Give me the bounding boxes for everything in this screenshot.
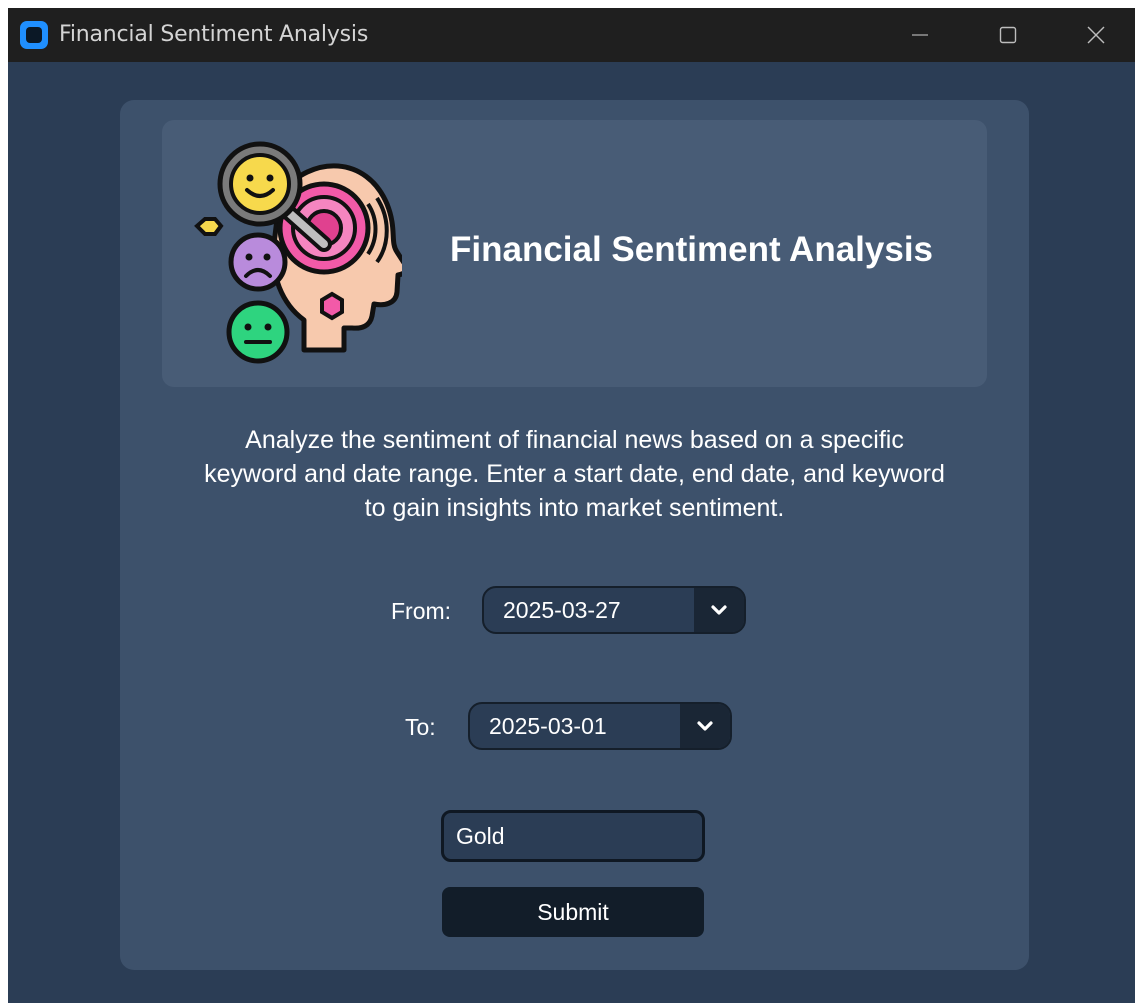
to-label: To:	[405, 714, 436, 740]
window-title: Financial Sentiment Analysis	[59, 22, 369, 47]
app-icon	[20, 21, 48, 49]
title-bar[interactable]: Financial Sentiment Analysis	[8, 8, 1135, 62]
close-button[interactable]	[1052, 8, 1135, 62]
submit-button[interactable]: Submit	[442, 887, 704, 937]
from-date-value: 2025-03-27	[503, 597, 621, 623]
maximize-icon	[999, 26, 1017, 44]
close-icon	[1087, 26, 1105, 44]
from-date-dropdown-button[interactable]	[694, 588, 744, 632]
description-text: Analyze the sentiment of financial news …	[204, 426, 945, 522]
minimize-button[interactable]	[876, 8, 964, 62]
page-title: Financial Sentiment Analysis	[450, 230, 934, 269]
chevron-down-icon	[711, 605, 727, 615]
maximize-button[interactable]	[964, 8, 1052, 62]
to-date-value: 2025-03-01	[489, 713, 607, 739]
head-sentiment-emoji-logo	[194, 141, 402, 364]
to-date-dropdown-button[interactable]	[680, 704, 730, 748]
from-date-dropdown[interactable]: 2025-03-27	[482, 586, 746, 634]
chevron-down-icon	[697, 721, 713, 731]
header-panel: Financial Sentiment Analysis	[162, 120, 987, 387]
to-date-dropdown[interactable]: 2025-03-01	[468, 702, 732, 750]
minimize-icon	[912, 34, 928, 36]
main-card: Financial Sentiment Analysis Analyze the…	[120, 100, 1029, 970]
from-label: From:	[391, 598, 452, 624]
keyword-input[interactable]	[441, 810, 705, 862]
app-window: Financial Sentiment Analysis Financial S…	[8, 8, 1135, 1003]
